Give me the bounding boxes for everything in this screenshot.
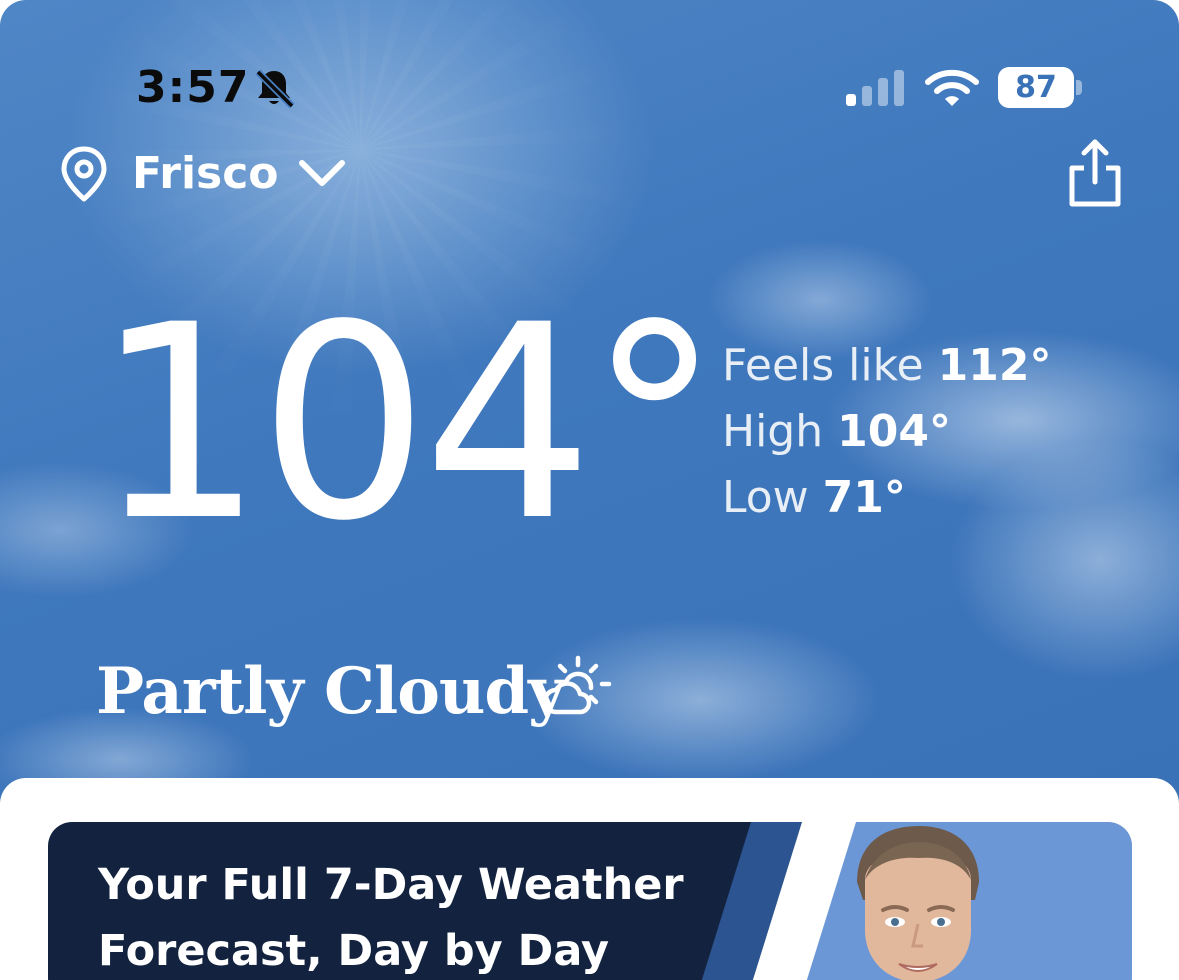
current-temperature: 104° — [94, 268, 722, 580]
low-label: Low — [722, 472, 809, 523]
battery-icon: 87 — [998, 67, 1074, 108]
meteorologist-portrait — [853, 826, 979, 980]
condition-text: Partly Cloudy — [96, 654, 565, 729]
high-label: High — [722, 406, 824, 457]
low-value: 71° — [822, 472, 906, 523]
wifi-icon — [925, 69, 979, 106]
feels-like-value: 112° — [937, 340, 1052, 391]
partly-cloudy-icon — [542, 655, 612, 715]
promo-title-line2: Forecast, Day by Day — [98, 926, 610, 976]
location-pin-icon[interactable] — [58, 145, 110, 203]
low-row: Low 71° — [722, 470, 1051, 536]
location-name[interactable]: Frisco — [132, 148, 279, 199]
forecast-promo-card[interactable]: Your Full 7-Day Weather Forecast, Day by… — [48, 822, 1132, 980]
high-row: High 104° — [722, 404, 1051, 470]
feels-like-label: Feels like — [722, 340, 924, 391]
cellular-signal-icon — [846, 70, 904, 106]
feels-like-row: Feels like 112° — [722, 338, 1051, 404]
share-icon[interactable] — [1066, 138, 1124, 210]
promo-title-line1: Your Full 7-Day Weather — [98, 860, 684, 910]
status-time: 3:57 — [136, 62, 250, 113]
high-value: 104° — [837, 406, 951, 457]
promo-title: Your Full 7-Day Weather Forecast, Day by… — [98, 852, 738, 980]
chevron-down-icon[interactable] — [296, 156, 348, 190]
battery-cap — [1076, 80, 1082, 95]
temperature-details: Feels like 112° High 104° Low 71° — [722, 338, 1051, 536]
bell-slash-icon — [255, 69, 295, 109]
